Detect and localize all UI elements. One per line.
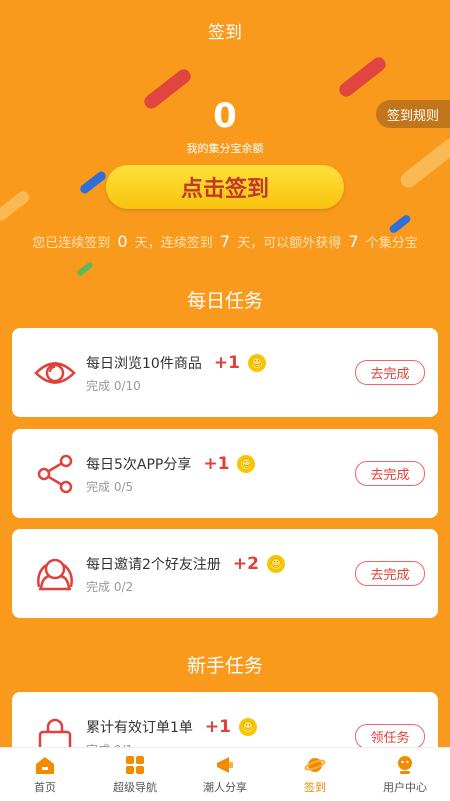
tab-user-center[interactable]: 用户中心: [360, 748, 450, 801]
balance-value: 0: [213, 96, 237, 136]
streak-target-days: 7: [219, 232, 231, 251]
tab-label: 首页: [34, 781, 56, 794]
task-card-browse: 每日浏览10件商品 +1 完成 0/10 去完成: [12, 328, 438, 417]
tab-label: 超级导航: [113, 781, 157, 794]
daily-tasks-title: 每日任务: [186, 290, 263, 312]
task-action-button[interactable]: 领任务: [355, 724, 425, 749]
task-progress: 完成 0/2: [86, 580, 134, 594]
tab-label: 签到: [304, 781, 326, 794]
coin-icon: [267, 555, 285, 573]
task-name: 每日5次APP分享 +1: [86, 454, 256, 474]
decor-stripe: [336, 54, 389, 100]
home-icon: [36, 757, 54, 774]
tab-label: 潮人分享: [203, 781, 247, 794]
streak-current-days: 0: [117, 232, 128, 251]
task-points: +2: [232, 554, 259, 574]
task-action-button[interactable]: 去完成: [355, 461, 425, 486]
streak-info: 您已连续签到 0 天，连续签到 7 天，可以额外获得 7 个集分宝: [0, 232, 450, 251]
page-title: 签到: [208, 23, 242, 43]
task-card-share: 每日5次APP分享 +1 完成 0/5 去完成: [12, 429, 438, 518]
decor-stripe: [0, 188, 32, 224]
user-icon: [398, 756, 412, 774]
task-name-text: 每日5次APP分享: [86, 457, 192, 473]
tab-checkin[interactable]: 签到: [270, 748, 360, 801]
task-name: 每日浏览10件商品 +1: [86, 353, 266, 373]
streak-reward: 7: [348, 232, 359, 251]
checkin-button[interactable]: 点击签到: [106, 165, 344, 209]
bottom-tab-bar: 首页 超级导航 潮人分享 签到 用户中心: [0, 747, 450, 801]
task-progress: 完成 0/10: [86, 379, 141, 393]
tab-home[interactable]: 首页: [0, 748, 90, 801]
balance-label: 我的集分宝余额: [186, 142, 264, 155]
tab-trend-share[interactable]: 潮人分享: [180, 748, 270, 801]
task-points: +1: [204, 717, 231, 737]
coin-icon: [237, 455, 256, 473]
streak-prefix: 您已连续签到: [32, 236, 111, 251]
decor-stripe: [78, 169, 108, 196]
task-name-text: 每日邀请2个好友注册: [86, 557, 221, 573]
coin-icon: [247, 354, 266, 372]
planet-icon: [304, 758, 326, 772]
tab-label: 用户中心: [383, 781, 427, 794]
task-name: 累计有效订单1单 +1: [86, 717, 257, 737]
tab-super-nav[interactable]: 超级导航: [90, 748, 180, 801]
task-action-button[interactable]: 去完成: [355, 360, 425, 385]
grid-icon: [126, 756, 144, 774]
task-card-invite: 每日邀请2个好友注册 +2 完成 0/2 去完成: [12, 529, 438, 618]
task-name-text: 每日浏览10件商品: [86, 356, 202, 372]
streak-mid: 天，连续签到: [134, 236, 213, 251]
streak-suffix: 个集分宝: [365, 236, 418, 251]
eye-icon: [34, 362, 76, 384]
streak-mid2: 天，可以额外获得: [237, 236, 342, 251]
task-points: +1: [203, 454, 230, 474]
task-points: +1: [213, 353, 240, 373]
decor-stripe: [76, 261, 94, 277]
task-action-button[interactable]: 去完成: [355, 561, 425, 586]
newbie-tasks-title: 新手任务: [186, 655, 263, 677]
megaphone-icon: [217, 757, 233, 773]
task-name: 每日邀请2个好友注册 +2: [86, 554, 285, 574]
share-icon: [37, 454, 73, 494]
friends-icon: [37, 558, 73, 591]
task-progress: 完成 0/5: [86, 480, 134, 494]
task-name-text: 累计有效订单1单: [86, 720, 193, 736]
coin-icon: [239, 718, 257, 736]
